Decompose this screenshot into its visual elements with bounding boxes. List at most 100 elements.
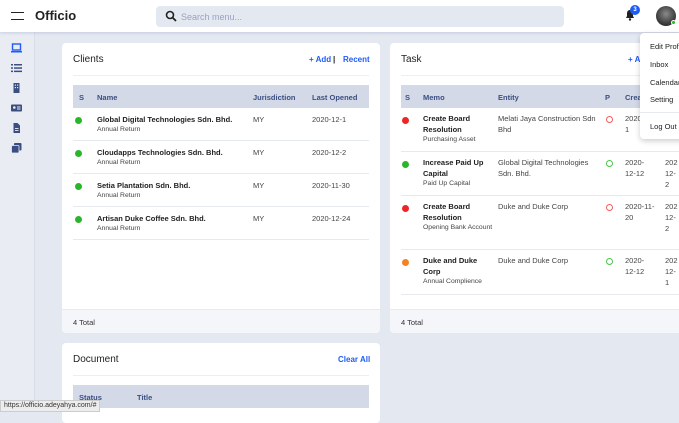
column-header[interactable]: Last Opened <box>312 93 357 102</box>
client-last-opened: 2020-12-1 <box>312 115 347 124</box>
task-card: Task + A S Memo Entity P Crea Create Boa… <box>390 43 679 333</box>
list-icon[interactable] <box>11 63 22 73</box>
task-memo[interactable]: Create Board Resolution <box>423 201 495 223</box>
client-jurisdiction: MY <box>253 148 265 157</box>
task-title: Task <box>401 54 422 65</box>
hamburger-menu-icon[interactable] <box>11 12 24 20</box>
divider <box>73 375 369 376</box>
client-last-opened: 2020-12-2 <box>312 148 347 157</box>
table-row[interactable]: Increase Paid Up Capital Paid Up Capital G… <box>401 152 679 196</box>
priority-ring <box>606 258 613 265</box>
column-header[interactable]: Name <box>97 93 117 102</box>
task-subtitle: Paid Up Capital <box>423 180 471 187</box>
task-entity: Global Digital Technologies Sdn. Bhd. <box>498 158 589 178</box>
search-icon <box>165 10 177 22</box>
task-subtitle: Purchasing Asset <box>423 136 476 143</box>
client-jurisdiction: MY <box>253 181 265 190</box>
task-created: 2020-11-20 <box>625 202 655 222</box>
clients-total: 4 Total <box>62 309 380 333</box>
divider <box>401 75 679 76</box>
menu-item-setting[interactable]: Setting <box>650 95 673 104</box>
client-last-opened: 2020-11-30 <box>312 181 350 190</box>
task-table-header: S Memo Entity P Crea <box>401 85 679 108</box>
status-dot <box>75 183 82 190</box>
search-bar <box>156 6 564 27</box>
laptop-icon[interactable] <box>11 43 22 53</box>
task-entity: Duke and Duke Corp <box>498 202 569 211</box>
search-input[interactable] <box>181 9 541 24</box>
client-name[interactable]: Global Digital Technologies Sdn. Bhd. <box>97 114 232 125</box>
table-row[interactable]: Create Board Resolution Opening Bank Acco… <box>401 196 679 250</box>
column-header[interactable]: S <box>79 93 84 102</box>
notification-badge: 3 <box>630 5 640 15</box>
task-due: 202 12-1 <box>665 256 678 287</box>
client-subtitle: Annual Return <box>97 192 141 199</box>
task-created: 2020-12-12 <box>625 158 645 178</box>
table-row[interactable]: Create Board Resolution Purchasing Asset M… <box>401 108 679 152</box>
column-header[interactable]: Jurisdiction <box>253 93 296 102</box>
client-name[interactable]: Cloudapps Technologies Sdn. Bhd. <box>97 147 223 158</box>
sidebar <box>0 32 35 412</box>
add-task-button[interactable]: + A <box>628 55 640 64</box>
table-row[interactable]: Cloudapps Technologies Sdn. Bhd. Annual R… <box>73 141 369 174</box>
clients-table-header: S Name Jurisdiction Last Opened <box>73 85 369 108</box>
column-header[interactable]: Memo <box>423 93 445 102</box>
online-indicator <box>671 20 676 25</box>
task-subtitle: Annual Complience <box>423 278 482 285</box>
clients-card: Clients + Add | Recent S Name Jurisdicti… <box>62 43 380 333</box>
menu-item-edit-profile[interactable]: Edit Profile <box>650 42 679 51</box>
top-bar: Officio 3 <box>0 0 679 32</box>
id-card-icon[interactable] <box>11 103 22 113</box>
task-memo[interactable]: Increase Paid Up Capital <box>423 157 495 179</box>
column-header[interactable]: Entity <box>498 93 519 102</box>
client-name[interactable]: Artisan Duke Coffee Sdn. Bhd. <box>97 213 206 224</box>
priority-ring <box>606 204 613 211</box>
task-entity: Melati Jaya Construction Sdn Bhd <box>498 114 596 134</box>
column-header[interactable]: P <box>605 93 610 102</box>
menu-item-calendar[interactable]: Calendar <box>650 78 679 87</box>
status-dot <box>402 161 409 168</box>
app-logo[interactable]: Officio <box>35 8 76 23</box>
menu-item-logout[interactable]: Log Out <box>650 122 677 131</box>
document-card: Document Clear All Status Title <box>62 343 380 423</box>
separator: | <box>333 55 336 64</box>
status-bar-url: https://officio.adeyahya.com/# <box>0 400 101 412</box>
table-row[interactable]: Duke and Duke Corp Annual Complience Duke … <box>401 250 679 295</box>
task-entity: Duke and Duke Corp <box>498 256 569 265</box>
task-created: 2020-12-12 <box>625 256 645 276</box>
table-row[interactable]: Global Digital Technologies Sdn. Bhd. Ann… <box>73 108 369 141</box>
building-icon[interactable] <box>11 83 22 93</box>
task-memo[interactable]: Create Board Resolution <box>423 113 495 135</box>
task-memo[interactable]: Duke and Duke Corp <box>423 255 495 277</box>
client-subtitle: Annual Return <box>97 159 141 166</box>
column-header[interactable]: Title <box>137 393 152 402</box>
divider <box>73 75 369 76</box>
divider <box>640 112 679 113</box>
client-jurisdiction: MY <box>253 115 265 124</box>
priority-ring <box>606 116 613 123</box>
client-subtitle: Annual Return <box>97 225 141 232</box>
client-jurisdiction: MY <box>253 214 265 223</box>
table-row[interactable]: Setia Plantation Sdn. Bhd. Annual Return M… <box>73 174 369 207</box>
client-last-opened: 2020-12-24 <box>312 214 351 223</box>
client-name[interactable]: Setia Plantation Sdn. Bhd. <box>97 180 190 191</box>
status-dot <box>75 216 82 223</box>
table-row[interactable]: Artisan Duke Coffee Sdn. Bhd. Annual Retu… <box>73 207 369 240</box>
status-dot <box>402 205 409 212</box>
status-dot <box>402 259 409 266</box>
status-dot <box>75 117 82 124</box>
task-subtitle: Opening Bank Account <box>423 224 493 231</box>
task-due: 202 12-2 <box>665 202 678 233</box>
file-icon[interactable] <box>11 123 22 133</box>
document-table-header: Status Title <box>73 385 369 408</box>
task-due: 202 12-2 <box>665 158 678 189</box>
profile-dropdown: Edit Profile Inbox Calendar Setting Log … <box>640 33 679 139</box>
status-dot <box>75 150 82 157</box>
clear-all-button[interactable]: Clear All <box>338 355 370 364</box>
recent-button[interactable]: Recent <box>343 55 370 64</box>
column-header[interactable]: S <box>405 93 410 102</box>
copy-icon[interactable] <box>11 143 22 153</box>
document-title: Document <box>73 354 119 365</box>
add-client-button[interactable]: + Add <box>309 55 331 64</box>
menu-item-inbox[interactable]: Inbox <box>650 60 668 69</box>
